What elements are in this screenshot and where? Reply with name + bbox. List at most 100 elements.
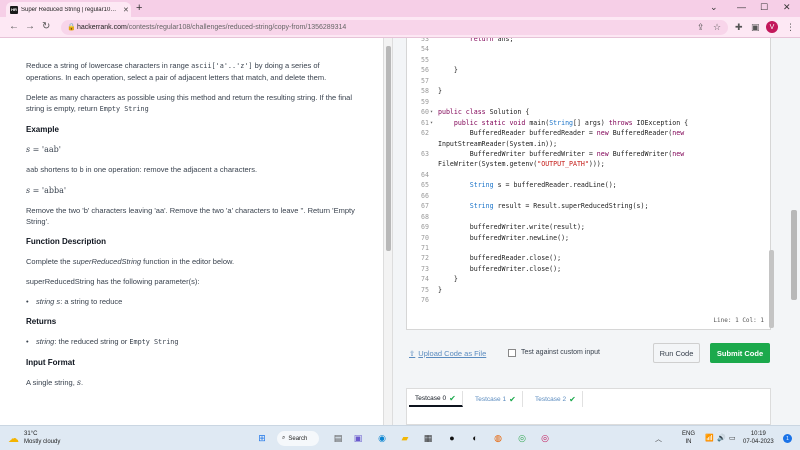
address-bar[interactable]: 🔒 hackerrank.com/contests/regular108/cha…	[61, 20, 728, 35]
code-line[interactable]: 57	[407, 76, 770, 86]
task-view-icon[interactable]: ▤	[331, 431, 345, 445]
testcase-2-label: Testcase 2	[535, 395, 567, 403]
problem-scrollbar[interactable]	[386, 46, 391, 251]
code-line[interactable]: 56 }	[407, 65, 770, 75]
weather-widget[interactable]: ☁ 31°C Mostly cloudy	[8, 430, 60, 446]
wifi-icon[interactable]: 📶	[705, 434, 714, 442]
sidepanel-icon[interactable]: ▣	[751, 22, 760, 33]
code-line[interactable]: 59	[407, 97, 770, 107]
chevron-up-icon[interactable]: ︿	[655, 434, 662, 444]
bookmark-star-icon[interactable]: ☆	[713, 22, 721, 33]
code-line[interactable]: 60 ▾ public class Solution {	[407, 107, 770, 117]
taskbar-search[interactable]: ⌕ Search	[277, 431, 319, 446]
ex1-text-c: characters.	[217, 165, 258, 174]
params-intro: superReducedString has the following par…	[26, 277, 200, 286]
return-type: string	[36, 337, 55, 346]
code-line[interactable]: 55	[407, 55, 770, 65]
code-line[interactable]: 62 BufferedReader bufferedReader = new B…	[407, 128, 770, 138]
code-line[interactable]: 75}	[407, 285, 770, 295]
browser-tab[interactable]: HR Super Reduced String | regular10… ✕	[6, 2, 131, 17]
param-name: string s	[36, 297, 61, 306]
page-scrollbar[interactable]	[791, 210, 797, 300]
line-number: 54	[421, 45, 429, 54]
code-editor[interactable]: Line: 1 Col: 1 53 return ans; 54 55 56 } 57 5…	[406, 38, 771, 330]
fold-toggle-icon[interactable]: ▾	[430, 118, 433, 128]
profile-avatar[interactable]: V	[766, 21, 778, 33]
code-text: bufferedWriter.write(result);	[438, 223, 585, 232]
code-text: FileWriter(System.getenv("OUTPUT_PATH"))…	[438, 160, 605, 169]
chrome-profile-icon[interactable]: ◎	[538, 431, 552, 445]
chevron-down-icon[interactable]: ⌄	[710, 2, 718, 13]
code-line[interactable]: 68	[407, 212, 770, 222]
code-line[interactable]: 63 BufferedWriter bufferedWriter = new B…	[407, 149, 770, 159]
language-indicator[interactable]: ENG IN	[682, 430, 695, 446]
reload-icon[interactable]: ↻	[42, 21, 50, 32]
tab-testcase-2[interactable]: Testcase 2 ✔	[529, 391, 583, 407]
url-host: hackerrank.com	[77, 24, 127, 31]
code-line[interactable]: 69 bufferedWriter.write(result);	[407, 222, 770, 232]
run-code-button[interactable]: Run Code	[653, 343, 700, 363]
code-line[interactable]: 67 String result = Result.superReducedSt…	[407, 201, 770, 211]
code-line[interactable]: 73 bufferedWriter.close();	[407, 264, 770, 274]
store-icon[interactable]: ▦	[421, 431, 435, 445]
tab-testcase-0[interactable]: Testcase 0 ✔	[409, 391, 463, 407]
minimize-icon[interactable]: —	[737, 2, 746, 12]
code-line[interactable]: 72 bufferedReader.close();	[407, 253, 770, 263]
code-line[interactable]: 74 }	[407, 274, 770, 284]
code-line[interactable]: 61 ▾ public static void main(String[] arg…	[407, 118, 770, 128]
custom-input-checkbox[interactable]	[508, 349, 516, 357]
windows-start-icon[interactable]: ⊞	[255, 431, 269, 445]
code-line[interactable]: 66	[407, 191, 770, 201]
maximize-icon[interactable]: ☐	[760, 2, 768, 13]
window-close-icon[interactable]: ✕	[783, 2, 791, 13]
tab-testcase-1[interactable]: Testcase 1 ✔	[469, 391, 523, 407]
editor-scrollbar[interactable]	[769, 250, 774, 328]
chrome-icon[interactable]: ◎	[515, 431, 529, 445]
code-line[interactable]: 58}	[407, 86, 770, 96]
hackerrank-favicon-icon: HR	[10, 5, 18, 14]
code-line[interactable]: 54	[407, 44, 770, 54]
back-icon[interactable]: ←	[9, 21, 19, 32]
share-icon[interactable]: ⇪	[697, 22, 705, 33]
lang-region: IN	[685, 439, 692, 445]
upload-code-button[interactable]: ⇧ Upload Code as File	[409, 349, 486, 358]
submit-code-button[interactable]: Submit Code	[710, 343, 770, 363]
line-number: 71	[421, 244, 429, 252]
upload-label: Upload Code as File	[418, 349, 487, 358]
code-line[interactable]: 53 return ans;	[407, 38, 770, 44]
battery-icon[interactable]: ▭	[729, 434, 736, 442]
code-text: return ans;	[469, 38, 514, 43]
code-line[interactable]: FileWriter(System.getenv("OUTPUT_PATH"))…	[407, 159, 770, 169]
code-line[interactable]: 70 bufferedWriter.newLine();	[407, 233, 770, 243]
menu-dots-icon[interactable]: ⋮	[786, 22, 795, 33]
tab-close-icon[interactable]: ✕	[123, 6, 131, 14]
new-tab-button[interactable]: +	[136, 2, 142, 15]
fold-toggle-icon[interactable]: ▾	[430, 107, 433, 117]
code-line[interactable]: 65 String s = bufferedReader.readLine();	[407, 180, 770, 190]
volume-icon[interactable]: 🔊	[717, 434, 726, 442]
forward-icon[interactable]: →	[25, 21, 35, 32]
param-desc: : a string to reduce	[60, 297, 123, 306]
input-format-heading: Input Format	[26, 358, 75, 367]
edge-icon[interactable]: ◉	[375, 431, 389, 445]
notification-badge[interactable]: 1	[783, 434, 792, 443]
code-line[interactable]: InputStreamReader(System.in));	[407, 139, 770, 149]
code-line[interactable]: 76	[407, 295, 770, 305]
pane-splitter[interactable]	[383, 38, 393, 425]
app-icon[interactable]: ◐	[468, 431, 482, 445]
system-clock[interactable]: 10:19 07-04-2023	[743, 430, 774, 446]
windows-taskbar: ☁ 31°C Mostly cloudy ⊞ ⌕ Search ▤ ▣ ◉ ▰ …	[0, 425, 800, 450]
line-number: 53	[421, 38, 429, 43]
search-label: Search	[288, 435, 308, 442]
tab-title: Super Reduced String | regular10…	[21, 6, 117, 13]
chat-icon[interactable]: ▣	[351, 431, 365, 445]
example2-desc: Remove the two 'b' characters leaving 'a…	[26, 206, 355, 226]
extensions-icon[interactable]: ✚	[735, 22, 743, 33]
file-explorer-icon[interactable]: ▰	[398, 431, 412, 445]
github-icon[interactable]: ●	[445, 431, 459, 445]
code-line[interactable]: 64	[407, 170, 770, 180]
firefox-icon[interactable]: ◍	[491, 431, 505, 445]
code-line[interactable]: 71	[407, 243, 770, 253]
code-text: BufferedWriter bufferedWriter = new Buff…	[438, 149, 685, 158]
lang-code: ENG	[682, 431, 696, 437]
